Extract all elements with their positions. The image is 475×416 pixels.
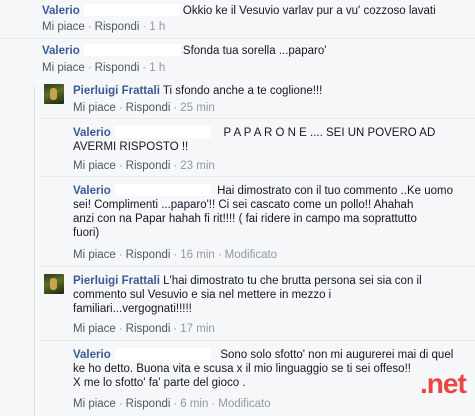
comment-text: Okkio ke il Vesuvio varlav pur a vu' coz… bbox=[182, 5, 436, 17]
reply-text-line: Hai dimostrato con il tuo commento ..Ke … bbox=[217, 185, 453, 197]
like-button[interactable]: Mi piace bbox=[73, 249, 116, 261]
like-button[interactable]: Mi piace bbox=[73, 160, 116, 172]
comment-author[interactable]: Valerio bbox=[42, 45, 80, 57]
reply-button[interactable]: Rispondi bbox=[126, 398, 171, 410]
timestamp[interactable]: 1 h bbox=[149, 21, 165, 33]
redacted-area bbox=[83, 44, 180, 56]
avatar[interactable] bbox=[44, 84, 64, 104]
reply-text-line: ke ho detto. Buona vita e scusa x il mio… bbox=[73, 363, 411, 375]
redacted-area bbox=[114, 126, 211, 138]
comment-actions: Mi piace · Rispondi · 1 h bbox=[42, 21, 166, 33]
avatar[interactable] bbox=[2, 0, 32, 30]
redacted-area bbox=[83, 4, 180, 16]
reply-author[interactable]: Valerio bbox=[73, 127, 111, 139]
reply-actions: Mi piace · Rispondi · 23 min bbox=[73, 160, 215, 172]
reply-actions: Mi piace · Rispondi · 25 min bbox=[73, 102, 215, 114]
avatar[interactable] bbox=[44, 274, 64, 294]
reply-text-line: familiari...vergognati!!!!! bbox=[73, 303, 192, 315]
avatar[interactable] bbox=[42, 182, 72, 212]
reply-button[interactable]: Rispondi bbox=[126, 102, 171, 114]
redacted-area bbox=[114, 348, 211, 360]
reply-button[interactable]: Rispondi bbox=[126, 249, 171, 261]
reply-text-line: L'hai dimostrato tu che brutta persona s… bbox=[163, 275, 422, 287]
edited-label[interactable]: Modificato bbox=[225, 249, 277, 261]
reply-author[interactable]: Pierluigi Frattali bbox=[73, 85, 160, 97]
redacted-area bbox=[114, 184, 211, 196]
reply-actions: Mi piace · Rispondi · 16 min · Modificato bbox=[73, 249, 278, 261]
comment-text: Sfonda tua sorella ...paparo' bbox=[182, 45, 327, 57]
reply-text-line: fuori) bbox=[73, 227, 100, 239]
reply-button[interactable]: Rispondi bbox=[95, 62, 140, 74]
reply-text-line: P A P A R O N E .... SEI UN POVERO AD bbox=[223, 127, 436, 139]
avatar[interactable] bbox=[42, 124, 72, 154]
edited-label[interactable]: Modificato bbox=[218, 398, 270, 410]
reply-text: Ti sfondo anche a te coglione!!! bbox=[162, 85, 323, 97]
reply-text-line: anzi con na Papar hahah fi rit!!!! ( fai… bbox=[73, 213, 417, 225]
reply-button[interactable]: Rispondi bbox=[95, 21, 140, 33]
avatar[interactable] bbox=[2, 44, 32, 74]
like-button[interactable]: Mi piace bbox=[73, 102, 116, 114]
avatar[interactable] bbox=[42, 346, 72, 376]
divider bbox=[40, 340, 475, 341]
like-button[interactable]: Mi piace bbox=[73, 323, 116, 335]
reply-actions: Mi piace · Rispondi · 6 min · Modificato bbox=[73, 398, 271, 410]
timestamp[interactable]: 6 min bbox=[180, 398, 208, 410]
divider bbox=[40, 176, 475, 177]
reply-text-line: sei! Complimenti ...paparo'!! Ci sei cas… bbox=[73, 199, 414, 211]
timestamp[interactable]: 17 min bbox=[180, 323, 215, 335]
reply-author[interactable]: Pierluigi Frattali bbox=[73, 275, 160, 287]
reply-button[interactable]: Rispondi bbox=[126, 160, 171, 172]
site-watermark: .net bbox=[420, 368, 467, 399]
comment-author[interactable]: Valerio bbox=[42, 5, 80, 17]
like-button[interactable]: Mi piace bbox=[42, 21, 85, 33]
reply-author[interactable]: Valerio bbox=[73, 349, 111, 361]
comment-actions: Mi piace · Rispondi · 1 h bbox=[42, 62, 166, 74]
reply-author[interactable]: Valerio bbox=[73, 185, 111, 197]
timestamp[interactable]: 23 min bbox=[180, 160, 215, 172]
divider bbox=[0, 38, 475, 39]
timestamp[interactable]: 16 min bbox=[180, 249, 215, 261]
timestamp[interactable]: 25 min bbox=[180, 102, 215, 114]
divider bbox=[40, 118, 475, 119]
reply-text-line: Sono solo sfotto' non mi augurerei mai d… bbox=[220, 349, 454, 361]
reply-actions: Mi piace · Rispondi · 17 min bbox=[73, 323, 215, 335]
reply-thread-line bbox=[34, 86, 35, 416]
reply-text-line: commento sul Vesuvio e sia nel mettere i… bbox=[73, 289, 332, 301]
like-button[interactable]: Mi piace bbox=[42, 62, 85, 74]
reply-text-line: AVERMI RISPOSTO !! bbox=[73, 141, 189, 153]
reply-text-line: X me lo sfotto' fa' parte del gioco . bbox=[73, 377, 246, 389]
divider bbox=[40, 266, 475, 267]
timestamp[interactable]: 1 h bbox=[149, 62, 165, 74]
like-button[interactable]: Mi piace bbox=[73, 398, 116, 410]
reply-button[interactable]: Rispondi bbox=[126, 323, 171, 335]
